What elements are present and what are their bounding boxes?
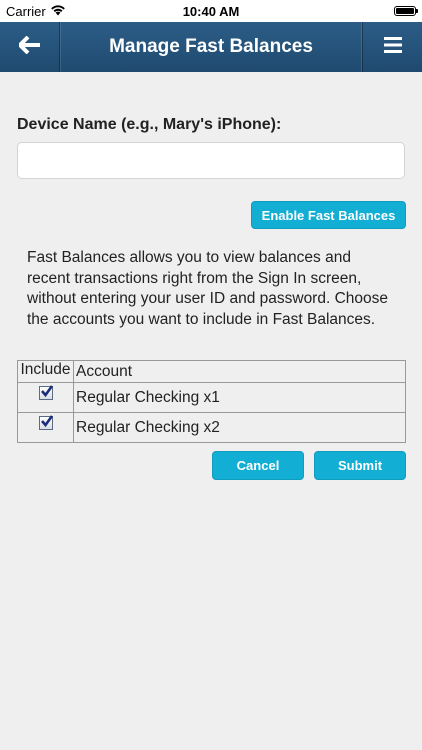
battery-level (396, 8, 414, 14)
device-name-label: Device Name (e.g., Mary's iPhone): (17, 116, 282, 133)
fast-balances-description: Fast Balances allows you to view balance… (27, 249, 389, 328)
account-cell: Regular Checking x2 (73, 412, 406, 443)
menu-button[interactable] (362, 22, 422, 72)
include-checkbox[interactable] (38, 385, 53, 400)
cancel-button[interactable]: Cancel (212, 451, 304, 480)
hamburger-menu-icon (383, 36, 402, 58)
account-cell: Regular Checking x1 (73, 382, 406, 413)
include-column-header: Include (17, 360, 74, 383)
app-header: Manage Fast Balances (0, 22, 422, 72)
include-cell (17, 412, 74, 443)
back-arrow-icon (16, 35, 41, 59)
wifi-icon (50, 4, 66, 19)
submit-button[interactable]: Submit (314, 451, 406, 480)
status-bar: Carrier 10:40 AM (0, 0, 422, 22)
table-row: Regular Checking x2 (17, 412, 406, 443)
account-column-header: Account (73, 360, 406, 383)
status-left: Carrier (6, 4, 66, 19)
device-name-input[interactable] (17, 142, 405, 179)
enable-fast-balances-button[interactable]: Enable Fast Balances (251, 201, 406, 229)
checkmark-icon (40, 415, 53, 428)
checkmark-icon (40, 385, 53, 398)
table-header-row: Include Account (17, 360, 406, 383)
accounts-table: Include Account Regular Checking x1 Regu… (17, 360, 406, 443)
battery-icon (394, 6, 418, 16)
include-checkbox[interactable] (38, 415, 53, 430)
carrier-label: Carrier (6, 3, 46, 19)
table-row: Regular Checking x1 (17, 382, 406, 413)
include-cell (17, 382, 74, 413)
page-title: Manage Fast Balances (109, 36, 313, 57)
back-button[interactable] (0, 22, 60, 72)
